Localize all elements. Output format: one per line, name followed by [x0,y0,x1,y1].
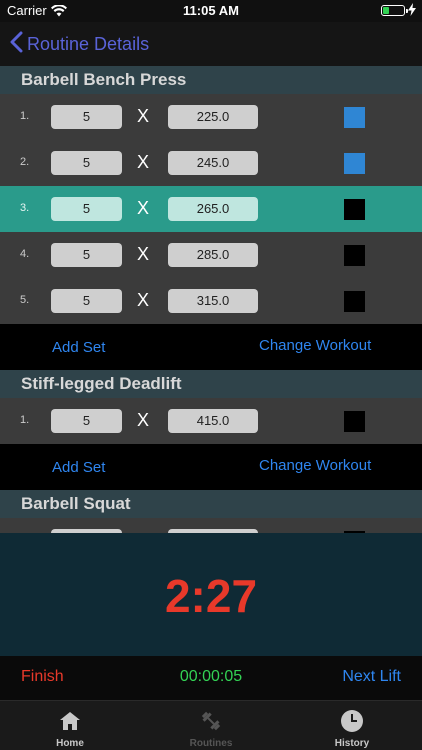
reps-field[interactable]: 5 [51,105,122,129]
set-number: 3. [20,202,30,214]
weight-field[interactable]: 285.0 [168,243,258,267]
times-label: X [137,244,150,264]
times-label: X [137,410,150,430]
set-row[interactable]: 2. 5 X 245.0 [0,140,422,186]
weight-field[interactable]: 415.0 [168,409,258,433]
tab-label: Home [56,738,84,749]
battery-fill [383,7,389,14]
battery-icon [381,5,408,16]
change-workout-button[interactable]: Change Workout [259,337,371,354]
set-complete-checkbox[interactable] [344,107,365,128]
set-row[interactable]: 1. 5 X 225.0 [0,94,422,140]
set-row-selected[interactable]: 3. 5 X 265.0 [0,186,422,232]
status-time: 11:05 AM [183,3,239,18]
bolt-icon [408,3,416,19]
add-set-button[interactable]: Add Set [52,339,105,356]
set-number: 1. [20,110,30,122]
reps-field[interactable]: 5 [51,409,122,433]
back-button[interactable]: Routine Details [10,30,149,58]
rest-timer: 2:27 [164,570,258,622]
next-lift-button[interactable]: Next Lift [342,668,401,686]
change-workout-button[interactable]: Change Workout [259,457,371,474]
set-number: 2. [20,156,30,168]
set-row[interactable] [0,518,422,533]
reps-field[interactable]: 5 [51,151,122,175]
tab-label: Routines [189,738,233,749]
weight-field[interactable]: 265.0 [168,197,258,221]
rest-timer-panel: 2:27 [0,533,422,656]
set-row[interactable]: 1. 5 X 415.0 [0,398,422,444]
exercise-header: Barbell Bench Press [0,66,422,94]
times-label: X [137,198,150,218]
exercise-header: Stiff-legged Deadlift [0,370,422,398]
set-row[interactable]: 5. 5 X 315.0 [0,278,422,324]
weight-field[interactable]: 225.0 [168,105,258,129]
reps-field[interactable]: 5 [51,243,122,267]
reps-field[interactable]: 5 [51,289,122,313]
routine-list[interactable]: Barbell Bench Press 1. 5 X 225.0 2. 5 X … [0,66,422,533]
back-label: Routine Details [27,33,150,54]
exercise-actions: Add Set Change Workout [0,324,422,370]
chevron-left-icon [10,31,27,58]
exercise-header: Barbell Squat [0,490,422,518]
home-icon [57,709,83,733]
navigation-bar: Routine Details [0,22,422,66]
weight-field[interactable]: 245.0 [168,151,258,175]
set-complete-checkbox[interactable] [344,291,365,312]
tab-history[interactable]: History [282,701,422,750]
times-label: X [137,290,150,310]
tab-bar: Home Routines History [0,700,422,750]
exercise-actions: Add Set Change Workout [0,444,422,490]
clock-icon [339,709,365,733]
workout-control-bar: Finish 00:00:05 Next Lift [0,656,422,700]
times-label: X [137,152,150,172]
set-complete-checkbox[interactable] [344,245,365,266]
status-bar: Carrier 11:05 AM [0,0,422,22]
set-number: 4. [20,248,30,260]
tab-label: History [334,738,370,749]
set-complete-checkbox[interactable] [344,199,365,220]
dumbbell-icon [198,709,224,733]
times-label: X [137,106,150,126]
add-set-button[interactable]: Add Set [52,459,105,476]
set-number: 5. [20,294,30,306]
set-row[interactable]: 4. 5 X 285.0 [0,232,422,278]
weight-field[interactable]: 315.0 [168,289,258,313]
set-complete-checkbox[interactable] [344,411,365,432]
set-number: 1. [20,414,30,426]
tab-home[interactable]: Home [0,701,140,750]
tab-routines[interactable]: Routines [141,701,281,750]
set-complete-checkbox[interactable] [344,153,365,174]
reps-field[interactable]: 5 [51,197,122,221]
